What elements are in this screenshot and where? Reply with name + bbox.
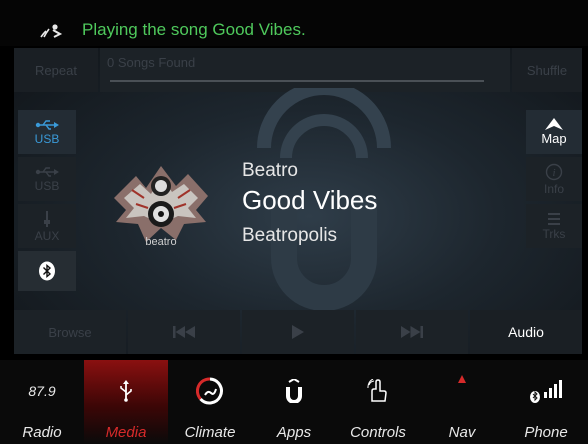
next-icon [401,326,423,338]
usb-icon [35,119,59,130]
source-aux-button[interactable]: AUX [18,204,76,248]
usb-media-icon [120,380,132,402]
next-track-button[interactable] [356,310,468,354]
song-title: Good Vibes [242,185,378,215]
nav-climate[interactable]: Climate [168,360,252,444]
source-usb-1-button[interactable]: USB [18,110,76,154]
track-list-icon [548,212,560,225]
usb-icon [35,166,59,177]
nav-media[interactable]: Media [84,360,168,444]
source-usb-1-label: USB [34,131,60,146]
svg-text:i: i [552,167,555,179]
artist-name: Beatro [242,160,298,181]
songs-found-field[interactable]: 0 Songs Found [100,48,510,92]
climate-icon [196,377,223,405]
nav-controls[interactable]: Controls [336,360,420,444]
uconnect-screen: Playing the song Good Vibes. Repeat 0 So… [0,0,588,444]
play-button[interactable] [242,310,354,354]
source-bluetooth-button[interactable] [18,251,76,291]
media-main-panel: Repeat 0 Songs Found Shuffle USB USB AUX… [14,48,582,354]
tracks-label: Trks [542,226,566,241]
progress-bar[interactable] [110,80,484,82]
previous-track-button[interactable] [128,310,240,354]
nav-media-label: Media [105,424,147,441]
aux-plug-icon [44,210,50,227]
nav-navigation-label: Nav [448,424,476,441]
play-icon [292,325,304,339]
radio-frequency: 87.9 [28,383,56,399]
source-aux-label: AUX [34,228,60,243]
info-label: Info [543,181,564,196]
shuffle-button[interactable]: Shuffle [512,48,582,92]
bottom-nav-bar: 87.9 Radio Media Climate Apps Controls N… [0,360,588,444]
status-bar: Playing the song Good Vibes. [0,0,588,46]
transport-bar: Browse Audio [14,310,582,354]
map-label: Map [541,131,567,146]
songs-found-text: 0 Songs Found [107,55,196,70]
voice-command-icon [40,24,63,38]
nav-controls-label: Controls [350,424,406,441]
info-button[interactable]: i Info [526,157,582,201]
tracks-button[interactable]: Trks [526,204,582,248]
nav-radio-label: Radio [22,424,62,441]
nav-radio[interactable]: 87.9 Radio [0,360,84,444]
nav-apps[interactable]: Apps [252,360,336,444]
map-arrow-icon [545,118,563,130]
repeat-button[interactable]: Repeat [14,48,98,92]
bluetooth-icon [39,261,55,281]
nav-navigation[interactable]: Nav [420,360,504,444]
browse-button[interactable]: Browse [14,310,126,354]
nav-apps-label: Apps [276,424,312,441]
nav-phone[interactable]: Phone [504,360,588,444]
nav-phone-label: Phone [524,424,568,441]
album-art: beatro [114,166,208,248]
uconnect-apps-icon [286,379,302,403]
status-message: Playing the song Good Vibes. [82,20,306,39]
controls-hand-icon [367,379,387,402]
album-name: Beatropolis [242,225,338,246]
info-icon: i [545,163,563,180]
album-art-text: beatro [145,236,176,248]
source-usb-2-label: USB [34,178,60,193]
phone-signal-icon [530,380,562,403]
audio-button[interactable]: Audio [470,310,582,354]
previous-icon [173,326,195,338]
map-button[interactable]: Map [526,110,582,154]
navigation-arrow-icon [458,375,466,383]
nav-climate-label: Climate [184,424,236,441]
source-usb-2-button[interactable]: USB [18,157,76,201]
